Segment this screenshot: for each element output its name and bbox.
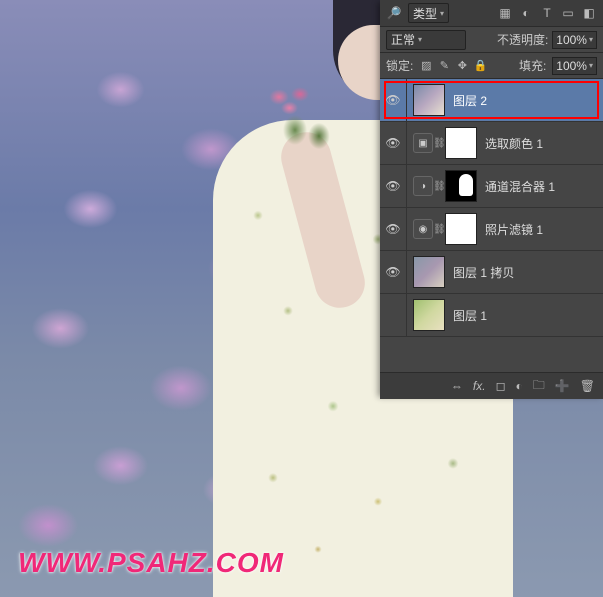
visibility-toggle[interactable]: 👁 bbox=[380, 122, 407, 164]
panel-header: 🔎 类型 ▾ ▦ ◐ T ▭ ◧ bbox=[380, 0, 603, 27]
layer-kind-label: 类型 bbox=[413, 5, 437, 22]
layers-list: 👁 图层 2 👁 ▣ ⛓ 选取颜色 1 👁 ◑ ⛓ 通道混合器 1 👁 ◉ ⛓ … bbox=[380, 79, 603, 372]
layer-name[interactable]: 选取颜色 1 bbox=[485, 135, 597, 152]
fill-label: 填充: bbox=[519, 57, 546, 74]
lock-brush-icon[interactable]: ✎ bbox=[437, 59, 451, 73]
filter-smart-icon[interactable]: ◧ bbox=[581, 5, 597, 21]
layer-name[interactable]: 图层 1 bbox=[453, 307, 597, 324]
adjustment-icon: ◉ bbox=[413, 219, 433, 239]
blend-mode-value: 正常 bbox=[391, 31, 415, 48]
opacity-input[interactable]: 100% ▾ bbox=[552, 31, 597, 49]
layer-row[interactable]: 👁 ◑ ⛓ 通道混合器 1 bbox=[380, 165, 603, 208]
layers-panel: 🔎 类型 ▾ ▦ ◐ T ▭ ◧ 正常 ▾ 不透明度: 100% ▾ 锁定: ▨… bbox=[380, 0, 603, 395]
lock-transparent-icon[interactable]: ▨ bbox=[419, 59, 433, 73]
filter-pixel-icon[interactable]: ▦ bbox=[497, 5, 513, 21]
delete-layer-icon[interactable]: 🗑 bbox=[580, 379, 595, 393]
layer-row[interactable]: 👁 ◉ ⛓ 照片滤镜 1 bbox=[380, 208, 603, 251]
visibility-toggle[interactable]: 👁 bbox=[380, 165, 407, 207]
add-mask-icon[interactable]: ◻ bbox=[496, 379, 506, 393]
layer-row[interactable]: 图层 1 bbox=[380, 294, 603, 337]
layer-row-selected[interactable]: 👁 图层 2 bbox=[380, 79, 603, 122]
layer-row[interactable]: 👁 ▣ ⛓ 选取颜色 1 bbox=[380, 122, 603, 165]
add-adjustment-icon[interactable]: ◐ bbox=[516, 379, 523, 393]
link-icon: ⛓ bbox=[433, 138, 443, 149]
blend-mode-select[interactable]: 正常 ▾ bbox=[386, 30, 466, 50]
layer-row[interactable]: 👁 图层 1 拷贝 bbox=[380, 251, 603, 294]
visibility-toggle[interactable]: 👁 bbox=[380, 208, 407, 250]
layer-mask-thumbnail[interactable] bbox=[445, 127, 477, 159]
new-layer-icon[interactable]: ➕ bbox=[555, 379, 570, 393]
visibility-toggle[interactable]: 👁 bbox=[380, 79, 407, 121]
filter-shape-icon[interactable]: ▭ bbox=[560, 5, 576, 21]
layer-name[interactable]: 图层 1 拷贝 bbox=[453, 264, 597, 281]
link-icon: ⛓ bbox=[433, 224, 443, 235]
fill-value: 100% bbox=[556, 59, 587, 73]
visibility-toggle[interactable]: 👁 bbox=[380, 251, 407, 293]
fill-input[interactable]: 100% ▾ bbox=[552, 57, 597, 75]
opacity-value: 100% bbox=[556, 33, 587, 47]
lock-row: 锁定: ▨ ✎ ✥ 🔒 填充: 100% ▾ bbox=[380, 53, 603, 79]
blend-row: 正常 ▾ 不透明度: 100% ▾ bbox=[380, 27, 603, 53]
lock-all-icon[interactable]: 🔒 bbox=[473, 59, 487, 73]
watermark: WWW.PSAHZ.COM bbox=[18, 547, 284, 579]
layer-name[interactable]: 照片滤镜 1 bbox=[485, 221, 597, 238]
layer-thumbnail[interactable] bbox=[413, 299, 445, 331]
chevron-down-icon: ▾ bbox=[589, 61, 593, 70]
adjustment-icon: ▣ bbox=[413, 133, 433, 153]
layer-name[interactable]: 图层 2 bbox=[453, 92, 597, 109]
new-group-icon[interactable]: 🗀 bbox=[533, 376, 545, 397]
layer-name[interactable]: 通道混合器 1 bbox=[485, 178, 597, 195]
lock-label: 锁定: bbox=[386, 57, 413, 74]
chevron-down-icon: ▾ bbox=[440, 9, 444, 18]
layer-kind-select[interactable]: 类型 ▾ bbox=[408, 3, 449, 23]
layer-mask-thumbnail[interactable] bbox=[445, 213, 477, 245]
lock-move-icon[interactable]: ✥ bbox=[455, 59, 469, 73]
panel-footer: ⇔ fx. ◻ ◐ 🗀 ➕ 🗑 bbox=[380, 372, 603, 399]
layer-thumbnail[interactable] bbox=[413, 84, 445, 116]
link-layers-icon[interactable]: ⇔ bbox=[451, 379, 463, 393]
chevron-down-icon: ▾ bbox=[589, 35, 593, 44]
filter-text-icon[interactable]: T bbox=[539, 5, 555, 21]
opacity-label: 不透明度: bbox=[497, 31, 548, 48]
visibility-toggle[interactable] bbox=[380, 294, 407, 336]
adjustment-icon: ◑ bbox=[413, 176, 433, 196]
layer-thumbnail[interactable] bbox=[413, 256, 445, 288]
chevron-down-icon: ▾ bbox=[418, 35, 422, 44]
filter-adjust-icon[interactable]: ◐ bbox=[518, 5, 534, 21]
link-icon: ⛓ bbox=[433, 181, 443, 192]
layer-mask-thumbnail[interactable] bbox=[445, 170, 477, 202]
fx-icon[interactable]: fx. bbox=[473, 379, 486, 393]
search-icon[interactable]: 🔎 bbox=[386, 5, 402, 21]
